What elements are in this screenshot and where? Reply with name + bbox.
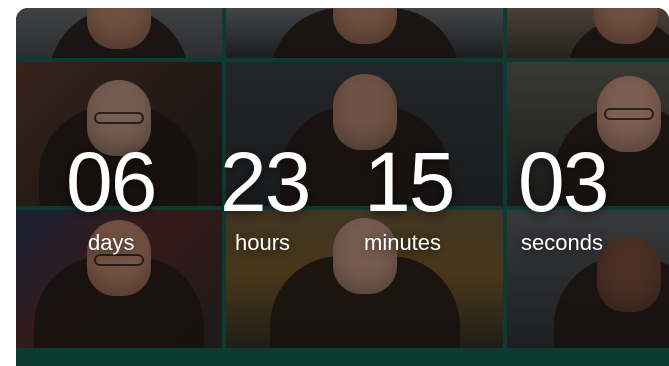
video-tile xyxy=(507,62,669,206)
video-tile xyxy=(16,8,222,58)
video-tile xyxy=(507,210,669,356)
video-tile xyxy=(16,210,222,356)
video-tile xyxy=(226,210,503,356)
participant-head xyxy=(597,236,662,312)
glasses-icon xyxy=(94,254,144,266)
participant-head xyxy=(332,74,397,150)
countdown-card: 06 23 15 03 days hours minutes seconds xyxy=(16,8,669,366)
glasses-icon xyxy=(94,112,144,124)
video-tile xyxy=(226,62,503,206)
card-bottom-bar xyxy=(16,348,669,366)
video-tile xyxy=(507,8,669,58)
video-tile xyxy=(226,8,503,58)
glasses-icon xyxy=(604,108,655,120)
participant-head xyxy=(332,218,397,294)
video-tile xyxy=(16,62,222,206)
video-grid xyxy=(16,8,669,356)
